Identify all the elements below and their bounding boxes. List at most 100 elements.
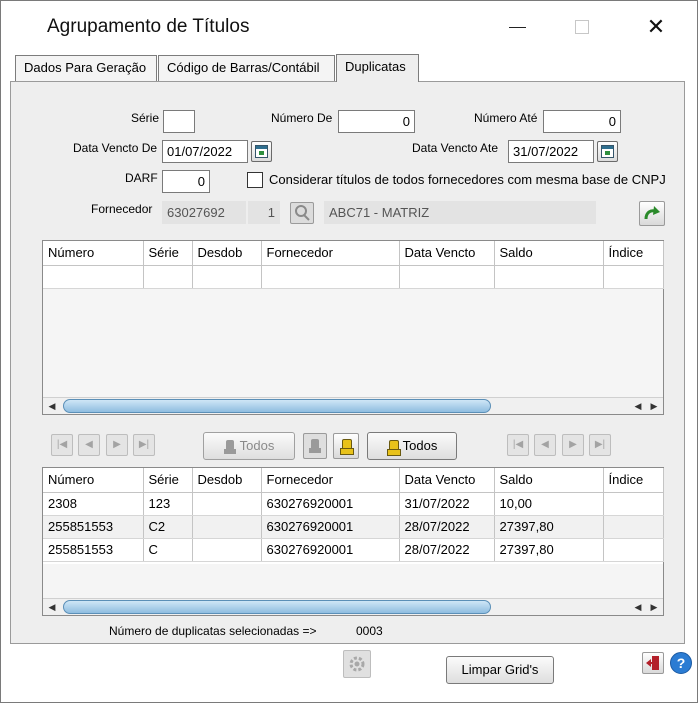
exit-button[interactable] [642, 652, 664, 674]
cell-saldo: 27397,80 [494, 515, 604, 539]
close-button[interactable]: ✕ [633, 9, 679, 45]
calendar-icon [601, 145, 614, 158]
duplicatas-panel: Série Número De 0 Número Até 0 Data Venc… [10, 81, 685, 644]
scroll-left-icon[interactable]: ◀ [45, 601, 59, 613]
first-record-icon[interactable]: |◀ [507, 434, 529, 456]
cell-data-vencto: 31/07/2022 [399, 492, 495, 516]
top-grid-table: Número Série Desdob Fornecedor Data Venc… [43, 241, 664, 289]
top-grid[interactable]: Número Série Desdob Fornecedor Data Venc… [42, 240, 664, 415]
last-record-icon[interactable]: ▶| [133, 434, 155, 456]
selected-count-label: Número de duplicatas selecionadas => [109, 624, 317, 638]
top-grid-empty-area [43, 289, 663, 397]
top-grid-scrollbar[interactable]: ◀ ◀ ▶ [43, 397, 663, 414]
gear-icon [349, 656, 365, 672]
column-header-saldo[interactable]: Saldo [494, 241, 604, 266]
remover-um-button[interactable] [303, 433, 327, 459]
top-grid-blank-row[interactable] [43, 265, 664, 289]
column-header-desdob[interactable]: Desdob [192, 241, 262, 266]
cell-numero: 2308 [43, 492, 144, 516]
cell-indice [603, 538, 664, 562]
cell-numero: 255851553 [43, 538, 144, 562]
serie-label: Série [131, 111, 160, 125]
top-grid-navigator: |◀ ◀ ▶ ▶| [51, 434, 159, 458]
cell-desdob [192, 515, 262, 539]
next-record-icon[interactable]: ▶ [562, 434, 584, 456]
adicionar-todos-button[interactable]: Todos [367, 432, 457, 460]
refresh-button[interactable] [639, 201, 665, 226]
help-button[interactable]: ? [670, 652, 692, 674]
process-button[interactable] [343, 650, 371, 678]
adicionar-um-button[interactable] [333, 433, 359, 459]
table-row[interactable]: 255851553 C2 630276920001 28/07/2022 273… [43, 515, 664, 539]
column-header-data-vencto[interactable]: Data Vencto [399, 241, 495, 266]
column-header-numero[interactable]: Número [43, 241, 144, 266]
fornecedor-search-button[interactable] [290, 202, 314, 224]
column-header-saldo[interactable]: Saldo [494, 468, 604, 493]
previous-record-icon[interactable]: ◀ [534, 434, 556, 456]
data-vencto-de-input[interactable]: 01/07/2022 [162, 140, 248, 163]
hand-up-icon [386, 439, 401, 456]
cell-indice [603, 515, 664, 539]
next-record-icon[interactable]: ▶ [106, 434, 128, 456]
cell-serie: 123 [143, 492, 193, 516]
help-icon: ? [676, 655, 686, 671]
scrollbar-thumb[interactable] [63, 600, 491, 614]
considerar-fornecedores-checkbox[interactable] [247, 172, 263, 188]
bottom-grid-scrollbar[interactable]: ◀ ◀ ▶ [43, 598, 663, 615]
minimize-button[interactable] [495, 9, 541, 45]
bottom-grid-table: Número Série Desdob Fornecedor Data Venc… [43, 468, 664, 562]
cell-serie: C [143, 538, 193, 562]
data-vencto-ate-input[interactable]: 31/07/2022 [508, 140, 594, 163]
first-record-icon[interactable]: |◀ [51, 434, 73, 456]
scroll-left-icon[interactable]: ◀ [45, 400, 59, 412]
tab-duplicatas[interactable]: Duplicatas [336, 54, 419, 82]
bottom-grid[interactable]: Número Série Desdob Fornecedor Data Venc… [42, 467, 664, 616]
tab-codigo-de-barras-contabil[interactable]: Código de Barras/Contábil [158, 55, 335, 81]
column-header-serie[interactable]: Série [143, 468, 193, 493]
serie-input[interactable] [163, 110, 195, 133]
minimize-icon [509, 27, 526, 28]
remover-todos-button[interactable]: Todos [203, 432, 295, 460]
table-row[interactable]: 2308 123 630276920001 31/07/2022 10,00 [43, 492, 664, 516]
previous-record-icon[interactable]: ◀ [78, 434, 100, 456]
search-icon [295, 205, 310, 221]
darf-input[interactable]: 0 [162, 170, 210, 193]
cell-saldo: 10,00 [494, 492, 604, 516]
bottom-grid-empty-area [43, 564, 663, 598]
column-header-desdob[interactable]: Desdob [192, 468, 262, 493]
cell-desdob [192, 538, 262, 562]
scroll-right-icon[interactable]: ▶ [647, 400, 661, 412]
last-record-icon[interactable]: ▶| [589, 434, 611, 456]
column-header-numero[interactable]: Número [43, 468, 144, 493]
fornecedor-code-field: 63027692 [162, 201, 246, 224]
limpar-grids-button[interactable]: Limpar Grid's [446, 656, 554, 684]
maximize-button[interactable] [559, 9, 605, 45]
cell-fornecedor: 630276920001 [261, 515, 400, 539]
column-header-data-vencto[interactable]: Data Vencto [399, 468, 495, 493]
scroll-right-end-icon[interactable]: ◀ [631, 601, 645, 613]
table-row[interactable]: 255851553 C 630276920001 28/07/2022 2739… [43, 538, 664, 562]
cell-fornecedor: 630276920001 [261, 538, 400, 562]
column-header-indice[interactable]: Índice [603, 468, 664, 493]
bottom-grid-navigator: |◀ ◀ ▶ ▶| [507, 434, 615, 458]
numero-ate-label: Número Até [474, 111, 538, 125]
column-header-fornecedor[interactable]: Fornecedor [261, 241, 400, 266]
column-header-indice[interactable]: Índice [603, 241, 664, 266]
maximize-icon [575, 20, 589, 34]
exit-door-icon [646, 656, 659, 670]
scroll-right-end-icon[interactable]: ◀ [631, 400, 645, 412]
data-vencto-ate-calendar-button[interactable] [597, 141, 618, 162]
numero-ate-input[interactable]: 0 [543, 110, 621, 133]
column-header-serie[interactable]: Série [143, 241, 193, 266]
scrollbar-thumb[interactable] [63, 399, 491, 413]
scroll-right-icon[interactable]: ▶ [647, 601, 661, 613]
main-window: Agrupamento de Títulos ✕ Dados Para Gera… [0, 0, 698, 703]
hand-down-icon [223, 439, 236, 454]
selected-count-value: 0003 [356, 624, 383, 638]
column-header-fornecedor[interactable]: Fornecedor [261, 468, 400, 493]
tab-dados-para-geracao[interactable]: Dados Para Geração [15, 55, 157, 81]
data-vencto-de-calendar-button[interactable] [251, 141, 272, 162]
numero-de-input[interactable]: 0 [338, 110, 415, 133]
data-vencto-de-label: Data Vencto De [73, 141, 158, 155]
remover-todos-label: Todos [239, 438, 275, 453]
